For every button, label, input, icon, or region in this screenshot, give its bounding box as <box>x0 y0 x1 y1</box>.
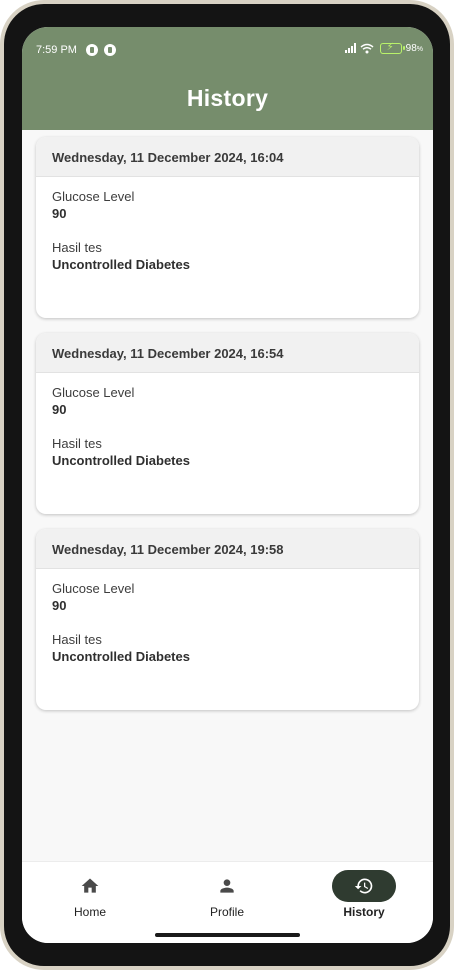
status-time: 7:59 PM <box>36 44 77 56</box>
history-card-datetime: Wednesday, 11 December 2024, 19:58 <box>36 529 419 569</box>
status-bar: 7:59 PM ⚡ 98% <box>22 27 433 67</box>
glucose-level-value: 90 <box>52 598 67 613</box>
history-card[interactable]: Wednesday, 11 December 2024, 16:54 Gluco… <box>36 333 419 514</box>
nav-item-profile[interactable]: Profile <box>159 870 295 922</box>
history-card-body: Glucose Level 90 Hasil tes Uncontrolled … <box>36 177 419 273</box>
test-result-value: Uncontrolled Diabetes <box>52 649 190 664</box>
notification-app-icon <box>86 44 98 56</box>
history-list[interactable]: Wednesday, 11 December 2024, 16:04 Gluco… <box>36 137 419 725</box>
history-card-datetime: Wednesday, 11 December 2024, 16:04 <box>36 137 419 177</box>
test-result-value: Uncontrolled Diabetes <box>52 453 190 468</box>
nav-label-profile: Profile <box>209 905 244 919</box>
nav-active-pill <box>332 870 396 902</box>
history-card[interactable]: Wednesday, 11 December 2024, 19:58 Gluco… <box>36 529 419 710</box>
nav-item-home[interactable]: Home <box>22 870 158 922</box>
test-result-label: Hasil tes <box>52 240 102 255</box>
app-screen: 7:59 PM ⚡ 98% History Wednesday, 11 Dece… <box>22 27 433 943</box>
home-indicator[interactable] <box>155 933 300 937</box>
glucose-level-value: 90 <box>52 206 67 221</box>
glucose-level-label: Glucose Level <box>52 581 135 596</box>
page-title: History <box>186 85 269 111</box>
bottom-navigation: Home Profile History <box>22 861 433 943</box>
test-result-value: Uncontrolled Diabetes <box>52 257 190 272</box>
nav-label-history: History <box>343 905 385 919</box>
history-card-datetime: Wednesday, 11 December 2024, 16:54 <box>36 333 419 373</box>
nav-icon-container <box>195 870 259 902</box>
battery-percent: 98% <box>405 42 423 54</box>
test-result-label: Hasil tes <box>52 632 102 647</box>
glucose-level-value: 90 <box>52 402 67 417</box>
nav-item-history[interactable]: History <box>296 870 432 922</box>
signal-icon <box>344 43 356 53</box>
glucose-level-label: Glucose Level <box>52 189 135 204</box>
history-card-body: Glucose Level 90 Hasil tes Uncontrolled … <box>36 569 419 665</box>
person-icon <box>220 879 234 893</box>
glucose-level-label: Glucose Level <box>52 385 135 400</box>
history-card-body: Glucose Level 90 Hasil tes Uncontrolled … <box>36 373 419 469</box>
history-icon <box>354 878 373 894</box>
notification-app-icon <box>104 44 116 56</box>
wifi-icon <box>360 43 374 53</box>
nav-label-home: Home <box>73 905 106 919</box>
app-header: 7:59 PM ⚡ 98% History <box>22 27 433 130</box>
test-result-label: Hasil tes <box>52 436 102 451</box>
nav-icon-container <box>58 870 122 902</box>
battery-icon: ⚡ <box>379 42 405 54</box>
history-card[interactable]: Wednesday, 11 December 2024, 16:04 Gluco… <box>36 137 419 318</box>
status-indicators: ⚡ 98% <box>344 41 423 55</box>
home-icon <box>81 878 99 893</box>
